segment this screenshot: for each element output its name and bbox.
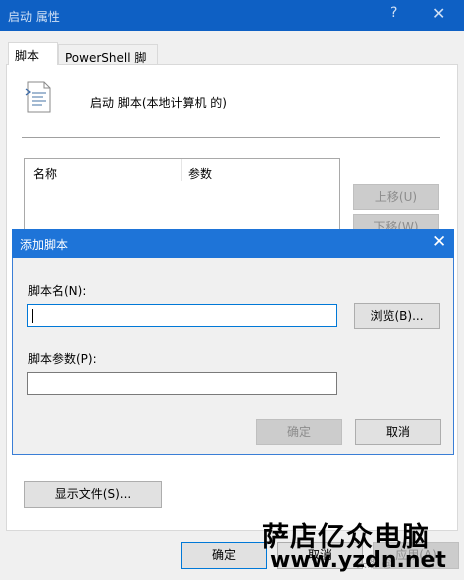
tab-scripts[interactable]: 脚本 xyxy=(8,42,58,65)
browse-button[interactable]: 浏览(B)... xyxy=(354,303,440,329)
close-icon[interactable]: ✕ xyxy=(432,232,446,252)
script-parameters-label: 脚本参数(P): xyxy=(28,352,97,366)
dialog-ok-button[interactable]: 确定 xyxy=(256,419,342,445)
column-header-parameters[interactable]: 参数 xyxy=(188,165,212,182)
watermark-url: www.yzdn.net xyxy=(270,548,446,573)
text-caret xyxy=(32,309,33,323)
close-icon[interactable]: ✕ xyxy=(432,4,445,23)
show-files-button[interactable]: 显示文件(S)... xyxy=(24,481,162,508)
scripts-list[interactable]: 名称 参数 xyxy=(24,158,340,238)
script-parameters-input[interactable] xyxy=(27,372,337,395)
properties-title-bar[interactable]: 启动 属性 ? ✕ xyxy=(0,0,464,31)
ok-button[interactable]: 确定 xyxy=(181,542,267,569)
move-up-button[interactable]: 上移(U) xyxy=(353,184,439,210)
column-header-name[interactable]: 名称 xyxy=(33,165,57,182)
script-name-input[interactable] xyxy=(27,304,337,327)
help-icon[interactable]: ? xyxy=(390,5,397,21)
properties-window-title: 启动 属性 xyxy=(8,10,60,24)
script-name-label: 脚本名(N): xyxy=(28,284,87,298)
add-script-title-bar[interactable]: 添加脚本 ✕ xyxy=(12,229,454,258)
column-separator[interactable] xyxy=(181,159,182,181)
scripts-heading: 启动 脚本(本地计算机 的) xyxy=(90,96,227,110)
add-script-title: 添加脚本 xyxy=(20,238,69,252)
tab-powershell-scripts[interactable]: PowerShell 脚本 xyxy=(58,44,158,82)
tab-scripts-label: 脚本 xyxy=(15,49,40,63)
heading-divider xyxy=(22,137,440,138)
dialog-cancel-button[interactable]: 取消 xyxy=(355,419,441,445)
script-document-icon xyxy=(24,80,52,114)
